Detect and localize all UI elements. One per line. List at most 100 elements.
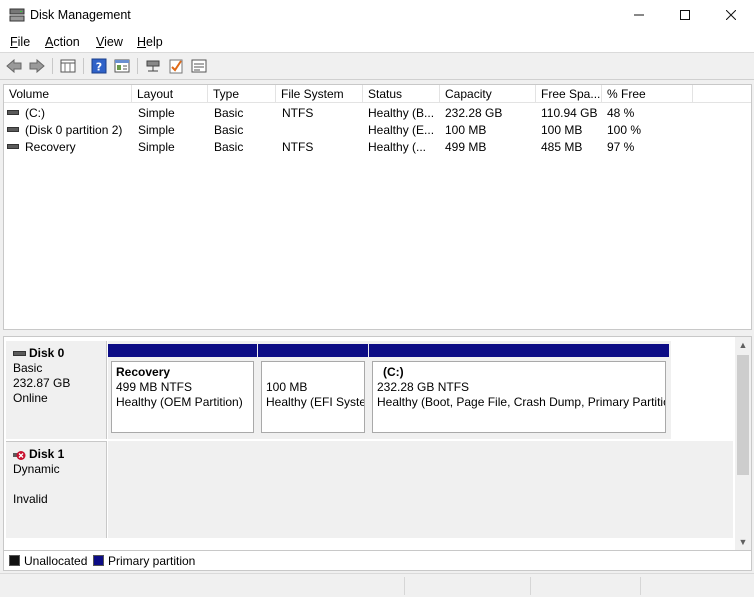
toolbar-separator <box>83 58 84 74</box>
volume-icon <box>7 144 19 149</box>
volume-name: Recovery <box>25 140 76 154</box>
help-icon: ? <box>91 58 107 74</box>
volume-capacity: 232.28 GB <box>445 106 503 120</box>
legend-unallocated: Unallocated <box>24 554 88 568</box>
legend-primary-partition: Primary partition <box>108 554 196 568</box>
volume-layout: Simple <box>138 123 175 137</box>
disk-type: Basic <box>13 361 43 375</box>
status-segment <box>640 577 750 595</box>
disk-list-icon <box>60 59 76 73</box>
partition-efi[interactable]: 100 MB Healthy (EFI System Partition) <box>258 344 368 436</box>
scroll-up-icon[interactable]: ▲ <box>735 337 751 353</box>
graph-vertical-scrollbar[interactable]: ▲ ▼ <box>735 337 751 550</box>
disk-name: Disk 1 <box>29 447 65 461</box>
menu-help[interactable]: Help <box>137 35 163 49</box>
disk-0-label[interactable]: Disk 0 Basic 232.87 GB Online <box>6 341 107 439</box>
column-header-status[interactable]: Status <box>363 85 440 103</box>
volume-status: Healthy (B... <box>368 106 435 120</box>
partition-size: 499 MB NTFS <box>116 380 193 394</box>
volume-icon <box>7 127 19 132</box>
disk-name: Disk 0 <box>29 346 65 360</box>
maximize-button[interactable] <box>662 0 708 30</box>
volume-list-header: Volume Layout Type File System Status Ca… <box>4 85 751 103</box>
properties-button[interactable] <box>113 57 131 75</box>
column-header-type[interactable]: Type <box>208 85 276 103</box>
volume-name: (Disk 0 partition 2) <box>25 123 123 137</box>
volume-row[interactable]: (C:) Simple Basic NTFS Healthy (B... 232… <box>4 105 751 122</box>
primary-partition-swatch <box>93 555 104 566</box>
back-button[interactable] <box>5 57 23 75</box>
toolbar-separator <box>52 58 53 74</box>
volume-row[interactable]: Recovery Simple Basic NTFS Healthy (... … <box>4 139 751 156</box>
scroll-down-icon[interactable]: ▼ <box>735 534 751 550</box>
disk-management-icon <box>9 8 25 22</box>
toolbar-separator <box>137 58 138 74</box>
disk-1-area <box>108 441 733 538</box>
partition-status: Healthy (EFI System Partition) <box>266 395 364 409</box>
status-segment <box>404 577 530 595</box>
column-header-percent-free[interactable]: % Free <box>602 85 693 103</box>
disk-size: 232.87 GB <box>13 376 71 390</box>
partition-title: (C:) <box>383 365 404 379</box>
volume-icon <box>7 110 19 115</box>
partition-c-drive[interactable]: (C:) 232.28 GB NTFS Healthy (Boot, Page … <box>369 344 669 436</box>
disk-graph-pane: Disk 0 Basic 232.87 GB Online Recovery 4… <box>3 336 752 551</box>
minimize-button[interactable] <box>616 0 662 30</box>
disk-state: Online <box>13 391 48 405</box>
menu-view[interactable]: View <box>96 35 123 49</box>
partition-size: 232.28 GB NTFS <box>377 380 470 394</box>
menu-file[interactable]: File <box>10 35 30 49</box>
column-header-free-space[interactable]: Free Spa... <box>536 85 602 103</box>
disk-state: Invalid <box>13 492 48 506</box>
legend-bar: Unallocated Primary partition <box>3 551 752 571</box>
forward-button[interactable] <box>28 57 46 75</box>
menu-action[interactable]: Action <box>45 35 80 49</box>
disk-1-label[interactable]: Disk 1 Dynamic Invalid <box>6 441 107 538</box>
volume-layout: Simple <box>138 140 175 154</box>
status-bar <box>0 573 754 597</box>
volume-capacity: 100 MB <box>445 123 487 137</box>
column-header-capacity[interactable]: Capacity <box>440 85 536 103</box>
disk-icon <box>13 351 26 356</box>
partition-status: Healthy (OEM Partition) <box>116 395 243 409</box>
unallocated-swatch <box>9 555 20 566</box>
svg-text:?: ? <box>96 61 102 74</box>
menu-bar: File Action View Help <box>0 31 754 53</box>
partition-status: Healthy (Boot, Page File, Crash Dump, Pr… <box>377 395 666 409</box>
help-button[interactable]: ? <box>90 57 108 75</box>
column-header-layout[interactable]: Layout <box>132 85 208 103</box>
partition-title <box>266 365 364 380</box>
disk-size <box>13 477 106 492</box>
connect-button[interactable] <box>144 57 162 75</box>
check-icon <box>169 59 183 74</box>
volume-file-system: NTFS <box>282 140 314 154</box>
disk-type: Dynamic <box>13 462 60 476</box>
volume-status: Healthy (E... <box>368 123 435 137</box>
partition-type-bar <box>369 344 669 357</box>
volume-type: Basic <box>214 106 244 120</box>
maximize-icon <box>680 10 690 20</box>
invalid-disk-icon <box>13 451 26 460</box>
title-bar: Disk Management <box>0 0 754 31</box>
settings-list-icon <box>191 59 207 73</box>
toolbar: ? <box>0 53 754 80</box>
volume-status: Healthy (... <box>368 140 427 154</box>
partition-recovery[interactable]: Recovery 499 MB NTFS Healthy (OEM Partit… <box>108 344 257 436</box>
volume-percent-free: 100 % <box>607 123 642 137</box>
settings-list-button[interactable] <box>190 57 208 75</box>
column-header-volume[interactable]: Volume <box>4 85 132 103</box>
column-header-file-system[interactable]: File System <box>276 85 363 103</box>
properties-icon <box>114 59 130 73</box>
disk-list-button[interactable] <box>59 57 77 75</box>
close-button[interactable] <box>708 0 754 30</box>
window-title: Disk Management <box>30 8 131 22</box>
volume-name: (C:) <box>25 106 45 120</box>
scrollbar-thumb[interactable] <box>737 355 749 475</box>
volume-file-system: NTFS <box>282 106 314 120</box>
check-button[interactable] <box>167 57 185 75</box>
volume-row[interactable]: (Disk 0 partition 2) Simple Basic Health… <box>4 122 751 139</box>
partition-size: 100 MB <box>266 380 308 394</box>
close-icon <box>726 10 736 20</box>
volume-list: Volume Layout Type File System Status Ca… <box>3 84 752 330</box>
back-arrow-icon <box>6 59 22 73</box>
